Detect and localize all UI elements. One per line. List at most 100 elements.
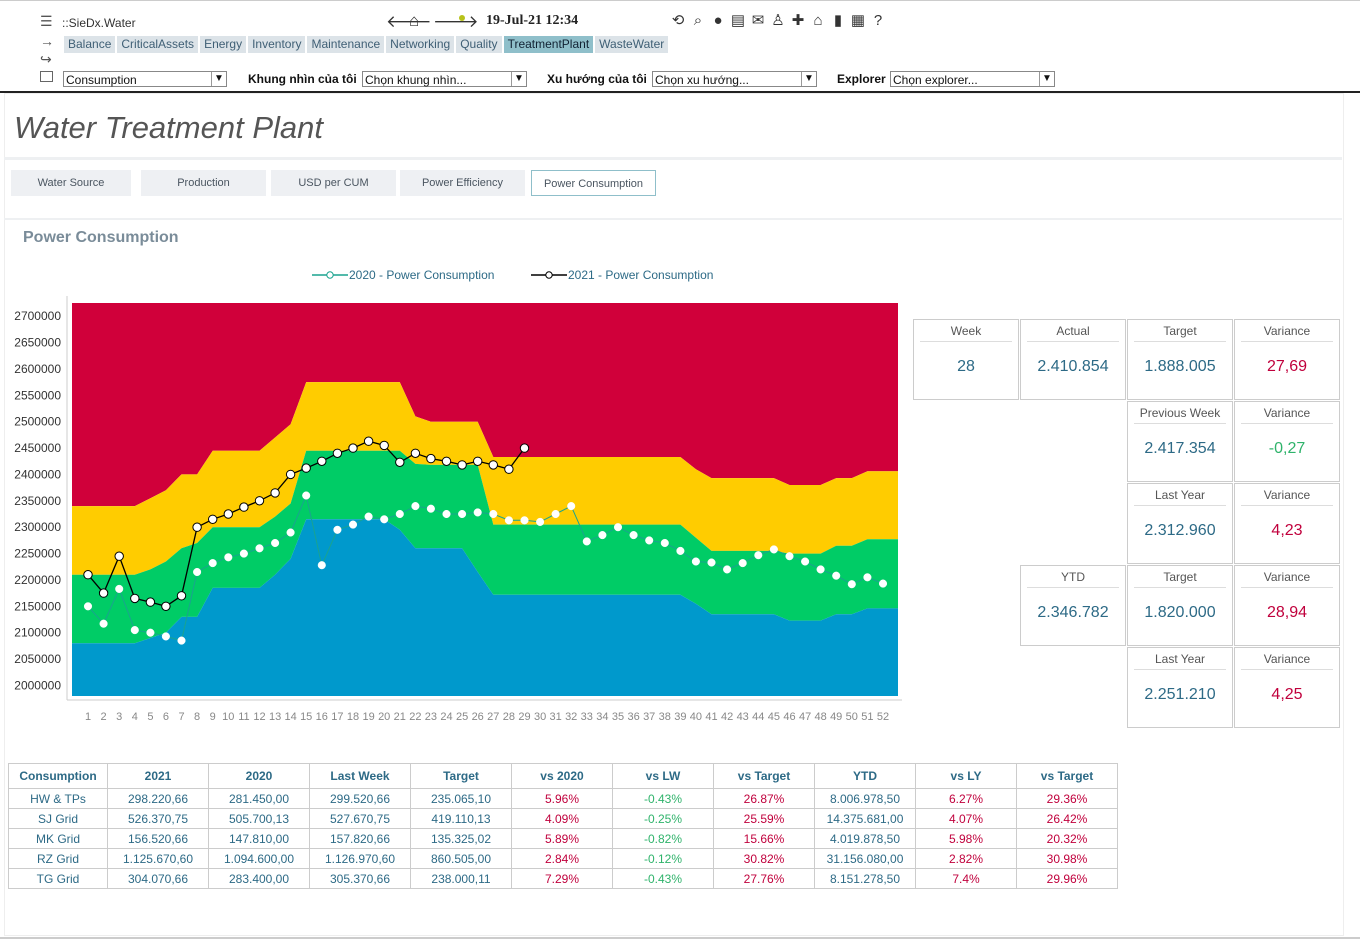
table-cell: 8.006.978,50 bbox=[814, 788, 916, 809]
column-header[interactable]: Target bbox=[410, 763, 512, 789]
row-label[interactable]: SJ Grid bbox=[8, 808, 108, 829]
tab-maintenance[interactable]: Maintenance bbox=[307, 36, 385, 53]
kpi-header: Variance bbox=[1241, 488, 1333, 506]
table-cell: 419.110,13 bbox=[410, 808, 512, 829]
kpi-card-last-year: Last Year 2.312.960 bbox=[1127, 483, 1233, 564]
table-cell: 29.36% bbox=[1016, 788, 1118, 809]
kpi-card-week: Week 28 bbox=[913, 319, 1019, 400]
trend-select[interactable]: Chọn xu hướng... ▼ bbox=[652, 71, 817, 87]
grid-icon[interactable]: ▦ bbox=[849, 12, 867, 30]
mail-icon[interactable]: ✉ bbox=[749, 12, 767, 30]
tab-networking[interactable]: Networking bbox=[386, 36, 455, 53]
row-label[interactable]: HW & TPs bbox=[8, 788, 108, 809]
kpi-value: 2.251.210 bbox=[1144, 686, 1216, 703]
tab-energy[interactable]: Energy bbox=[200, 36, 247, 53]
kpi-card-previous-week: Previous Week 2.417.354 bbox=[1127, 401, 1233, 482]
column-header[interactable]: YTD bbox=[814, 763, 916, 789]
add-icon[interactable]: ✚ bbox=[789, 12, 807, 30]
kpi-header: Variance bbox=[1241, 324, 1333, 342]
table-cell: 14.375.681,00 bbox=[814, 808, 916, 829]
table-cell: 27.76% bbox=[713, 868, 815, 889]
kpi-header: Variance bbox=[1241, 652, 1333, 670]
column-header[interactable]: Last Week bbox=[309, 763, 411, 789]
legend-2020[interactable]: 2020 - Power Consumption bbox=[312, 268, 494, 282]
column-header[interactable]: vs Target bbox=[713, 763, 815, 789]
table-cell: 26.87% bbox=[713, 788, 815, 809]
column-header[interactable]: vs LW bbox=[612, 763, 714, 789]
kpi-header: Week bbox=[920, 324, 1012, 342]
window-title: ::SieDx.Water bbox=[62, 16, 136, 30]
trend-label: Xu hướng của tôi bbox=[547, 72, 647, 86]
menu-icon[interactable]: ☰ bbox=[40, 13, 53, 30]
table-cell: 135.325,02 bbox=[410, 828, 512, 849]
tab-quality[interactable]: Quality bbox=[456, 36, 502, 53]
status-dot-icon bbox=[459, 15, 465, 21]
button-power-consumption[interactable]: Power Consumption bbox=[531, 170, 656, 196]
explorer-label: Explorer bbox=[837, 72, 886, 86]
kpi-header: Variance bbox=[1241, 406, 1333, 424]
legend-2020-marker bbox=[312, 271, 348, 279]
location-icon[interactable]: ● bbox=[709, 12, 727, 30]
legend-2021-label: 2021 - Power Consumption bbox=[568, 268, 714, 282]
tab-inventory[interactable]: Inventory bbox=[248, 36, 306, 53]
button-production[interactable]: Production bbox=[141, 170, 266, 196]
home-chart-icon[interactable]: ⌂ bbox=[809, 12, 827, 30]
column-header[interactable]: vs 2020 bbox=[511, 763, 613, 789]
trend-select-value: Chọn xu hướng... bbox=[655, 73, 749, 87]
table-cell: 1.126.970,60 bbox=[309, 848, 411, 869]
kpi-header: YTD bbox=[1027, 570, 1119, 588]
column-header[interactable]: 2021 bbox=[107, 763, 209, 789]
view-select[interactable]: Chọn khung nhìn... ▼ bbox=[362, 71, 527, 87]
kpi-header: Variance bbox=[1241, 570, 1333, 588]
kpi-value: 1.820.000 bbox=[1144, 604, 1216, 621]
column-header[interactable]: Consumption bbox=[8, 763, 108, 789]
next-icon[interactable]: 🡒 bbox=[433, 13, 479, 30]
button-usd-per-cum[interactable]: USD per CUM bbox=[271, 170, 396, 196]
table-cell: 238.000,11 bbox=[410, 868, 512, 889]
home-icon[interactable]: ⌂ bbox=[409, 12, 419, 29]
tab-criticalassets[interactable]: CriticalAssets bbox=[117, 36, 199, 53]
kpi-header: Previous Week bbox=[1134, 406, 1226, 424]
kpi-card-variance: Variance 28,94 bbox=[1234, 565, 1340, 646]
column-header[interactable]: 2020 bbox=[208, 763, 310, 789]
bar-chart-icon[interactable]: ▮ bbox=[829, 12, 847, 30]
tab-balance[interactable]: Balance bbox=[64, 36, 116, 53]
kpi-value: 28,94 bbox=[1266, 604, 1308, 621]
kpi-value: 1.888.005 bbox=[1144, 358, 1216, 375]
table-cell: 505.700,13 bbox=[208, 808, 310, 829]
datetime: 19-Jul-21 12:34 bbox=[486, 13, 579, 28]
print-icon[interactable]: ▤ bbox=[729, 12, 747, 30]
search-report-icon[interactable]: ⌕ bbox=[689, 12, 707, 30]
legend-2021-marker bbox=[531, 271, 567, 279]
help-icon[interactable]: ? bbox=[869, 12, 887, 30]
user-icon[interactable]: ♙ bbox=[769, 12, 787, 30]
table-cell: 527.670,75 bbox=[309, 808, 411, 829]
table-cell: 4.09% bbox=[511, 808, 613, 829]
kpi-value: 2.410.854 bbox=[1037, 358, 1109, 375]
table-cell: -0.25% bbox=[612, 808, 714, 829]
table-cell: 299.520,66 bbox=[309, 788, 411, 809]
window-icon[interactable] bbox=[40, 71, 53, 82]
row-label[interactable]: RZ Grid bbox=[8, 848, 108, 869]
explorer-select[interactable]: Chọn explorer... ▼ bbox=[890, 71, 1055, 87]
row-label[interactable]: MK Grid bbox=[8, 828, 108, 849]
column-header[interactable]: vs Target bbox=[1016, 763, 1118, 789]
bottom-divider bbox=[0, 937, 1360, 939]
consumption-select[interactable]: Consumption ▼ bbox=[63, 71, 227, 87]
button-water-source[interactable]: Water Source bbox=[11, 170, 131, 196]
button-power-efficiency[interactable]: Power Efficiency bbox=[400, 170, 525, 196]
kpi-value: 4,25 bbox=[1271, 686, 1303, 703]
refresh-icon[interactable]: ⟲ bbox=[669, 12, 687, 30]
legend-2021[interactable]: 2021 - Power Consumption bbox=[531, 268, 713, 282]
tab-treatmentplant[interactable]: TreatmentPlant bbox=[503, 36, 594, 53]
divider bbox=[4, 218, 1342, 220]
tab-wastewater[interactable]: WasteWater bbox=[595, 36, 669, 53]
column-header[interactable]: vs LY bbox=[915, 763, 1017, 789]
table-cell: 30.82% bbox=[713, 848, 815, 869]
table-row: HW & TPs 298.220,66 281.450,00 299.520,66 23… bbox=[8, 788, 1118, 809]
row-label[interactable]: TG Grid bbox=[8, 868, 108, 889]
forward-arrow-icon[interactable]: → bbox=[40, 33, 54, 49]
kpi-value: 2.417.354 bbox=[1144, 440, 1216, 457]
table-header-row: Consumption 2021 2020 Last Week Target vs 202… bbox=[8, 763, 1118, 789]
redo-arrow-icon[interactable]: ↪ bbox=[40, 51, 52, 68]
